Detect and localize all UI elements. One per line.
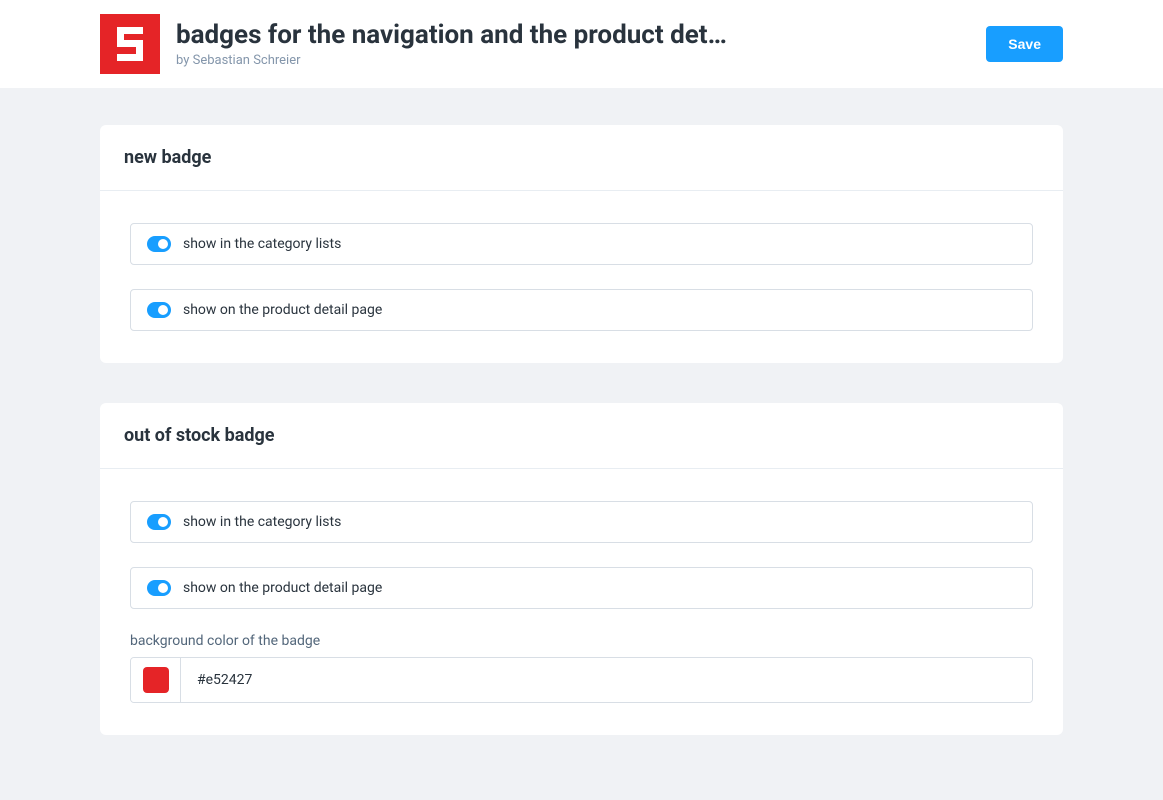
page-title: badges for the navigation and the produc… <box>176 20 727 51</box>
color-input-row <box>130 657 1033 703</box>
toggle-switch[interactable] <box>147 236 171 252</box>
save-button[interactable]: Save <box>986 26 1063 62</box>
card-title: out of stock badge <box>124 425 1039 446</box>
toggle-row-product-detail: show on the product detail page <box>130 567 1033 609</box>
card-title: new badge <box>124 147 1039 168</box>
toggle-label: show in the category lists <box>183 514 341 530</box>
color-field-label: background color of the badge <box>130 633 1033 649</box>
card-header: out of stock badge <box>100 403 1063 469</box>
header-left: badges for the navigation and the produc… <box>100 14 727 74</box>
color-text-input[interactable] <box>181 658 1032 702</box>
card-new-badge: new badge show in the category lists sho… <box>100 125 1063 363</box>
card-body: show in the category lists show on the p… <box>100 191 1063 363</box>
toggle-row-product-detail: show on the product detail page <box>130 289 1033 331</box>
toggle-row-category-lists: show in the category lists <box>130 223 1033 265</box>
card-body: show in the category lists show on the p… <box>100 469 1063 735</box>
toggle-switch[interactable] <box>147 514 171 530</box>
toggle-label: show in the category lists <box>183 236 341 252</box>
content-area: new badge show in the category lists sho… <box>0 89 1163 771</box>
logo-icon <box>100 14 160 74</box>
page-author: by Sebastian Schreier <box>176 53 727 68</box>
toggle-label: show on the product detail page <box>183 302 382 318</box>
toggle-label: show on the product detail page <box>183 580 382 596</box>
toggle-switch[interactable] <box>147 580 171 596</box>
color-swatch <box>143 667 169 693</box>
color-field-group: background color of the badge <box>130 633 1033 703</box>
page-header: badges for the navigation and the produc… <box>0 0 1163 89</box>
toggle-switch[interactable] <box>147 302 171 318</box>
card-header: new badge <box>100 125 1063 191</box>
color-swatch-button[interactable] <box>131 658 181 702</box>
title-block: badges for the navigation and the produc… <box>176 20 727 68</box>
card-out-of-stock-badge: out of stock badge show in the category … <box>100 403 1063 735</box>
toggle-row-category-lists: show in the category lists <box>130 501 1033 543</box>
